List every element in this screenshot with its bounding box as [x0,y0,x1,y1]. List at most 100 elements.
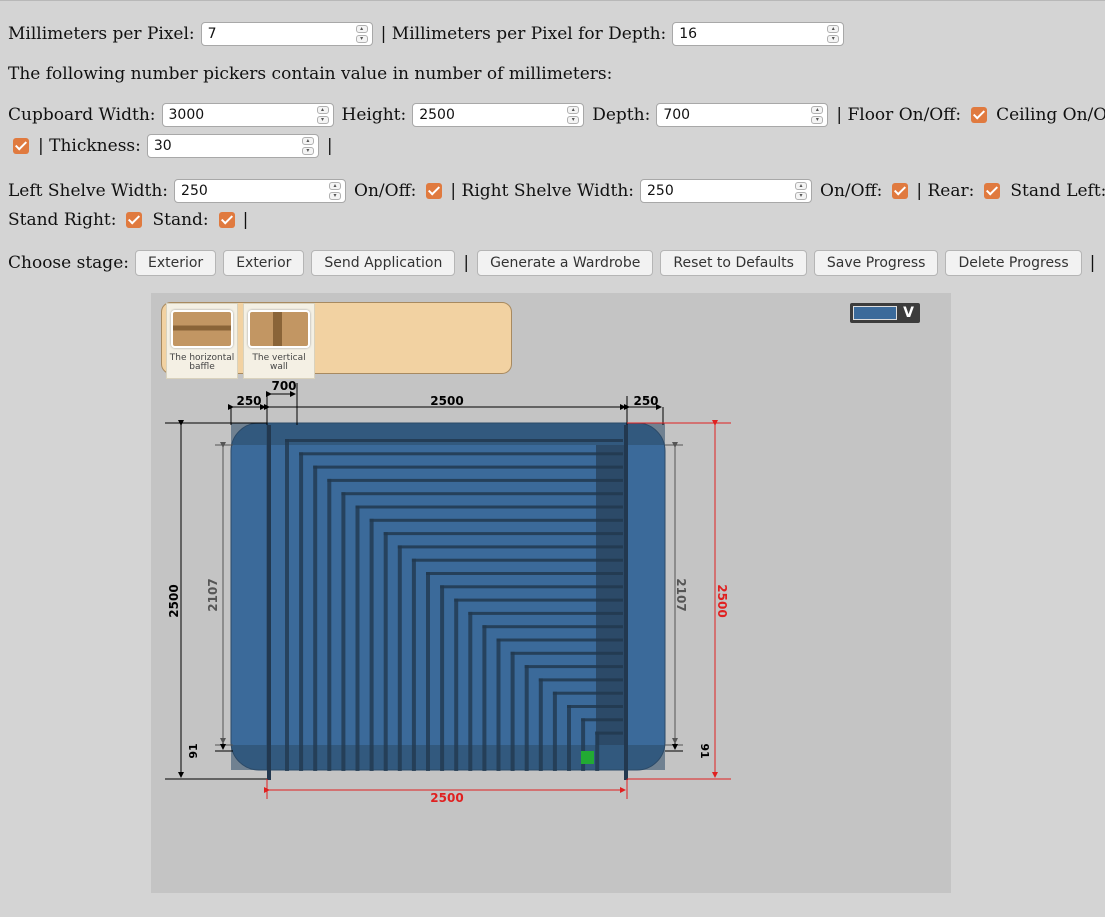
stand-label: Stand: [152,210,209,230]
horizontal-baffle [285,439,623,442]
rear-checkbox[interactable] [984,183,1001,199]
cupboard-width-input[interactable]: 3000 ▴ ▾ [161,103,334,127]
vertical-wall [397,545,402,771]
reset-defaults-button[interactable]: Reset to Defaults [660,250,807,276]
stand-right-checkbox[interactable] [126,212,143,228]
depth-value: 700 [663,107,691,123]
depth-input[interactable]: 700 ▴ ▾ [656,103,829,127]
vertical-wall [299,452,304,771]
horizontal-baffle [313,465,623,469]
horizontal-baffle [426,572,623,575]
increment-icon[interactable]: ▴ [827,25,840,33]
vertical-wall [327,478,332,771]
height-input[interactable]: 2500 ▴ ▾ [412,103,585,127]
choose-stage-label: Choose stage: [8,253,129,273]
vertical-wall [313,465,318,771]
wardrobe-drawing: 250 700 2500 250 2500 2107 91 2107 91 25… [165,379,731,805]
dim-right-total: 2500 [715,584,729,617]
decrement-icon[interactable]: ▾ [795,192,808,200]
stand-left [267,425,271,780]
left-shelve-width-input[interactable]: 250 ▴ ▾ [174,179,347,203]
right-shelve-width-value: 250 [647,183,674,199]
exterior-button-2[interactable]: Exterior [223,250,305,276]
increment-icon[interactable]: ▴ [329,182,342,190]
info-text-label: The following number pickers contain val… [8,64,613,84]
stage-row: Choose stage: Exterior Exterior Send App… [8,250,1095,276]
mm-per-pixel-row: Millimeters per Pixel: 7 ▴ ▾ | Millimeter… [8,22,845,46]
decrement-icon[interactable]: ▾ [827,35,840,43]
vertical-wall [482,625,487,771]
exterior-button[interactable]: Exterior [134,250,217,276]
increment-icon[interactable]: ▴ [567,106,580,114]
vertical-wall [567,705,571,771]
stand-right-label: Stand Right: [8,210,117,230]
floor-label: | Floor On/Off: [836,105,962,125]
horizontal-baffle [581,718,623,722]
horizontal-baffle [595,731,623,735]
decrement-icon[interactable]: ▾ [811,116,824,124]
vertical-wall [341,492,346,771]
right-shelve-checkbox[interactable] [892,183,909,199]
vertical-wall [454,598,459,771]
left-shelve-width-label: Left Shelve Width: [8,181,169,201]
dim-left-total: 2500 [167,584,181,617]
stand-left-label: Stand Left: [1010,181,1105,201]
horizontal-baffle [440,585,623,589]
stand-checkbox[interactable] [218,212,235,228]
wardrobe-canvas[interactable]: The horizontal baffle The vertical wall … [151,293,951,893]
horizontal-baffle [510,651,623,655]
left-shelve-checkbox[interactable] [426,183,443,199]
decrement-icon[interactable]: ▾ [301,147,314,155]
horizontal-baffle [411,558,623,562]
increment-icon[interactable]: ▴ [795,182,808,190]
horizontal-baffle [482,625,623,629]
cupboard-row: Cupboard Width: 3000 ▴ ▾ Height: 2500 ▴ ▾ … [8,103,1105,127]
dim-top-depth: 700 [271,379,296,393]
send-application-button[interactable]: Send Application [311,250,456,276]
horizontal-baffle [567,705,623,708]
separator: | [463,253,470,273]
thickness-row: | Thickness: 30 ▴ ▾ | [8,134,333,158]
mm-per-pixel-depth-label: | Millimeters per Pixel for Depth: [380,24,667,44]
vertical-wall [355,505,360,771]
increment-icon[interactable]: ▴ [316,106,329,114]
save-progress-button[interactable]: Save Progress [813,250,939,276]
vertical-wall [524,665,529,771]
vertical-wall [383,532,388,771]
generate-wardrobe-button[interactable]: Generate a Wardrobe [477,250,654,276]
horizontal-baffle [327,478,623,482]
decrement-icon[interactable]: ▾ [316,116,329,124]
increment-icon[interactable]: ▴ [301,137,314,145]
mm-per-pixel-depth-input[interactable]: 16 ▴ ▾ [672,22,845,46]
vertical-wall [285,439,289,771]
decrement-icon[interactable]: ▾ [567,116,580,124]
dim-right-bottom: 91 [698,743,711,758]
vertical-wall [510,651,515,771]
vertical-wall [496,638,501,771]
top-dimensions: 250 700 2500 250 [228,379,664,425]
cupboard-width-value: 3000 [168,107,205,123]
horizontal-baffle [496,638,623,642]
horizontal-baffle [468,611,623,615]
decrement-icon[interactable]: ▾ [355,35,368,43]
increment-icon[interactable]: ▴ [355,25,368,33]
decrement-icon[interactable]: ▾ [329,192,342,200]
increment-icon[interactable]: ▴ [811,106,824,114]
mm-per-pixel-input[interactable]: 7 ▴ ▾ [200,22,373,46]
horizontal-baffle [369,518,623,522]
horizontal-baffle [524,665,623,669]
ceiling-checkbox[interactable] [13,138,29,154]
dim-left-inner: 2107 [206,578,220,611]
floor-checkbox[interactable] [971,107,988,123]
rear-label: | Rear: [916,181,975,201]
horizontal-baffle [454,598,623,602]
dim-top-right-shelf: 250 [633,394,658,408]
mm-per-pixel-depth-value: 16 [679,26,698,42]
delete-progress-button[interactable]: Delete Progress [945,250,1082,276]
height-label: Height: [341,105,407,125]
dim-bottom-width: 2500 [430,791,463,805]
right-shelve-width-input[interactable]: 250 ▴ ▾ [640,179,813,203]
thickness-input[interactable]: 30 ▴ ▾ [146,134,319,158]
vertical-wall [538,678,543,771]
horizontal-baffle [299,452,623,456]
